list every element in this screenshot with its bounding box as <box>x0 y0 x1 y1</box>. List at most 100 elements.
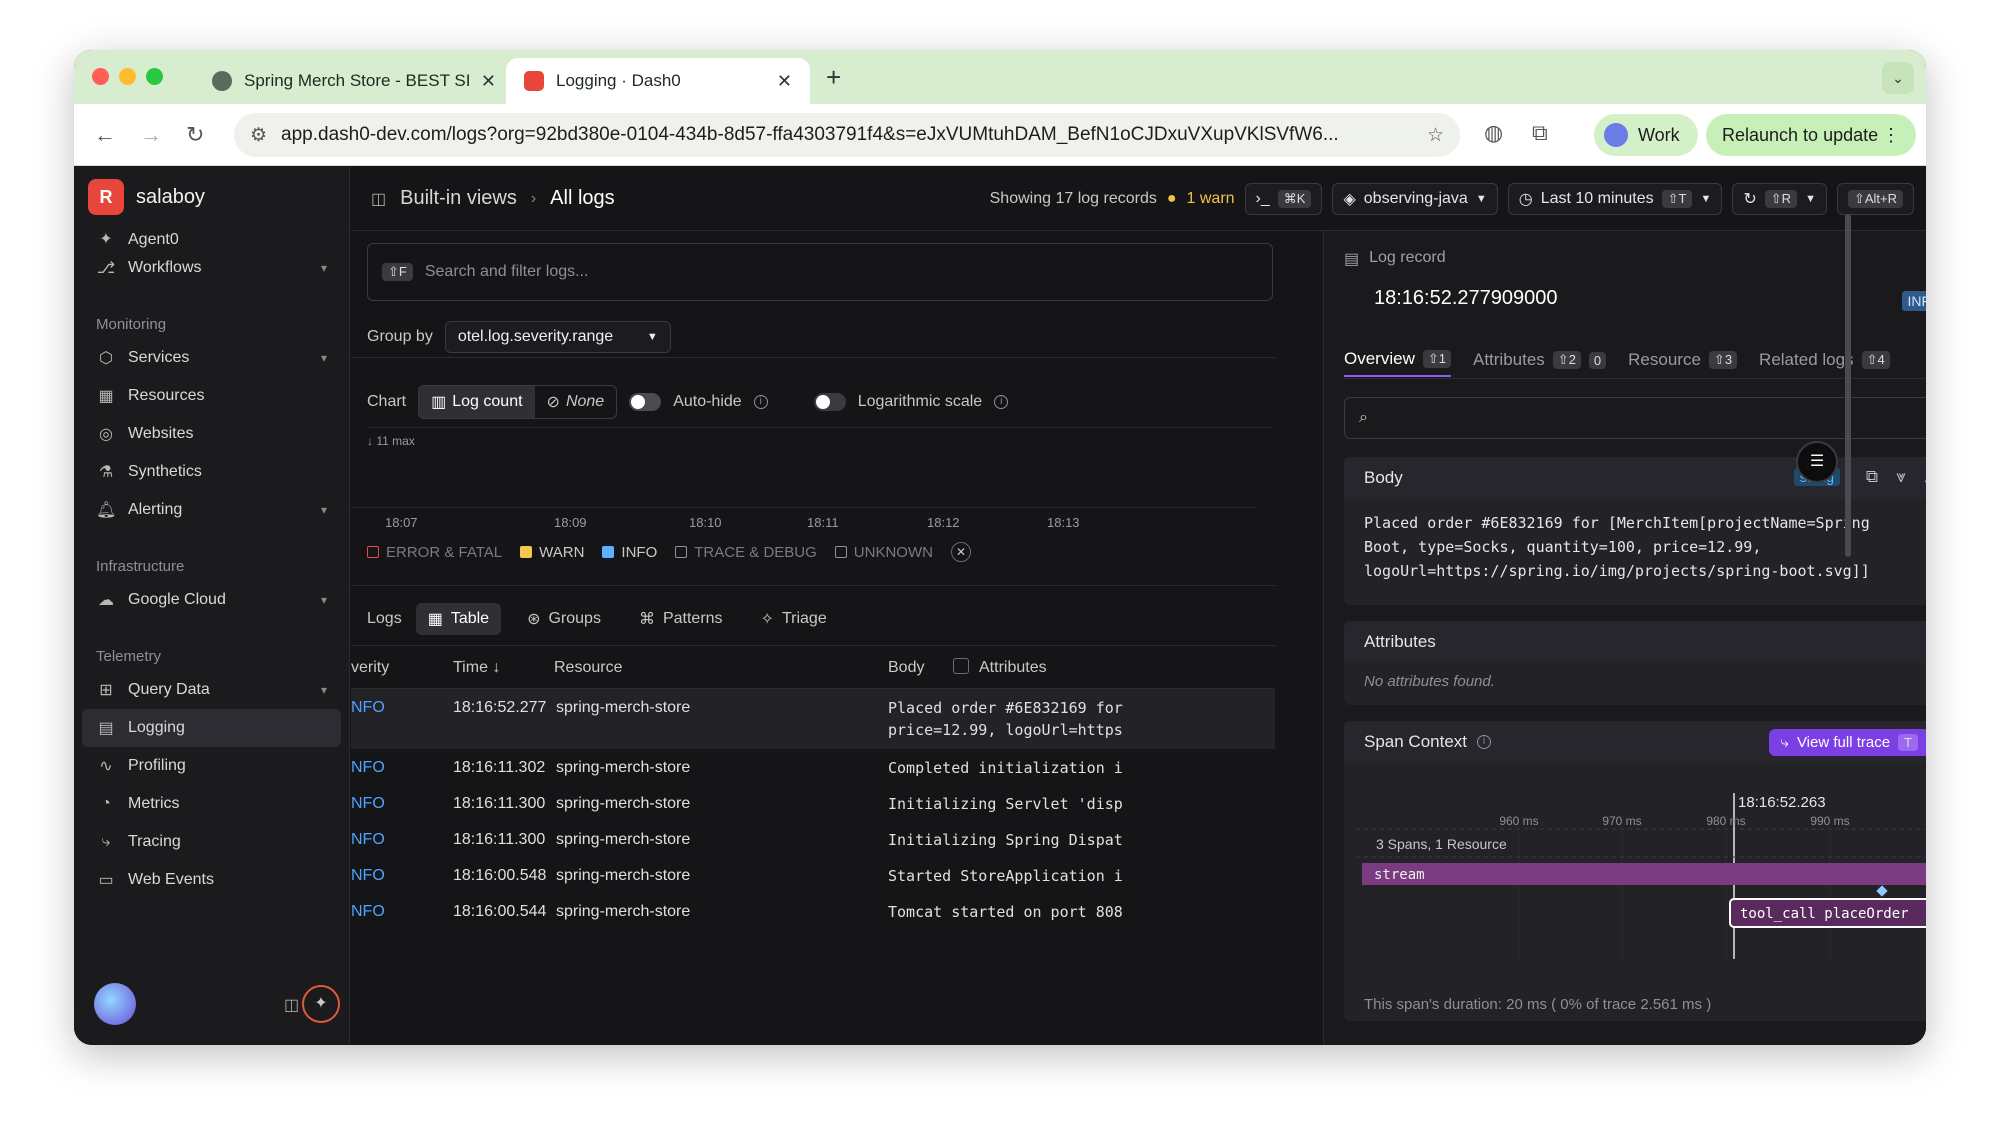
log-record-panel: ▤ Log record ✕ 18:16:52.277909000 INFO O… <box>1323 231 1926 1045</box>
view-full-trace-button[interactable]: ⤷ View full trace T <box>1768 729 1926 756</box>
view-groups-button[interactable]: ⊛ Groups <box>515 603 613 635</box>
info-icon[interactable]: i <box>994 395 1009 409</box>
sidebar-item-resources[interactable]: ▦ Resources <box>82 377 341 415</box>
panel-search-input[interactable]: ⌕ <box>1344 397 1926 439</box>
minimize-window-button[interactable] <box>119 68 136 85</box>
filter-include-icon[interactable]: ⩔ <box>1896 467 1906 487</box>
sidebar-item-alerting[interactable]: 🔔︎ Alerting ▾ <box>82 491 341 529</box>
clear-legend-icon[interactable]: ✕ <box>950 542 971 562</box>
sidebar-item-metrics[interactable]: ◔ Metrics <box>82 785 341 823</box>
filter-toggle-icon[interactable]: ☰ <box>1796 441 1838 483</box>
sidebar-item-workflows[interactable]: ⎇ Workflows ▾ <box>82 249 341 287</box>
command-palette-button[interactable]: ›_ ⌘K <box>1244 183 1323 215</box>
extension-shield-icon[interactable]: ◍ <box>1484 120 1503 146</box>
table-row[interactable]: NFO 18:16:00.548 spring-merch-store Started… <box>351 857 1275 893</box>
org-switcher[interactable]: R salaboy <box>88 179 205 215</box>
legend-swatch <box>834 546 847 558</box>
reload-icon[interactable]: ↻ <box>186 122 204 148</box>
refresh-button[interactable]: ↻ ⇧R ▼ <box>1732 183 1827 215</box>
table-row[interactable]: NFO 18:16:11.300 spring-merch-store Initial… <box>351 785 1275 821</box>
browser-tab-logging[interactable]: Logging · Dash0 ✕ <box>506 58 810 104</box>
sidebar-item-synthetics[interactable]: ⚗ Synthetics <box>82 453 341 491</box>
view-patterns-button[interactable]: ⌘ Patterns <box>627 603 735 635</box>
close-tab-icon[interactable]: ✕ <box>481 71 496 92</box>
forward-arrow-icon[interactable]: → <box>140 122 162 148</box>
kebab-menu-icon[interactable]: ⋮ <box>1882 125 1900 146</box>
panel-title: ▤ Log record <box>1344 249 1446 268</box>
group-by-select[interactable]: otel.log.severity.range ▼ <box>444 321 671 353</box>
log-search-input[interactable]: ⇧F Search and filter logs... <box>367 243 1273 301</box>
attributes-checkbox[interactable] <box>953 658 969 674</box>
sidebar-item-services[interactable]: ⬡ Services ▾ <box>82 339 341 377</box>
back-arrow-icon[interactable]: ← <box>94 122 116 148</box>
sidebar-item-profiling[interactable]: ∿ Profiling <box>82 747 341 785</box>
span-bar-stream[interactable] <box>1362 863 1926 885</box>
time-range-select[interactable]: ◷ Last 10 minutes ⇧T ▼ <box>1507 183 1723 215</box>
col-severity[interactable]: verity <box>351 659 389 677</box>
caret-down-icon: ▼ <box>1700 193 1712 205</box>
legend-item[interactable]: UNKNOWN <box>834 544 933 561</box>
cell-body: Tomcat started on port 808 <box>888 903 1123 921</box>
tab-related-logs[interactable]: Related logs ⇧4 <box>1759 343 1890 377</box>
info-icon[interactable]: i <box>1477 735 1492 749</box>
dataset-select[interactable]: ◈ observing-java ▼ <box>1332 183 1498 215</box>
close-tab-icon[interactable]: ✕ <box>777 71 792 92</box>
tab-resource[interactable]: Resource ⇧3 <box>1628 343 1738 377</box>
site-settings-icon[interactable]: ⚙ <box>250 124 267 147</box>
collapse-sidebar-icon[interactable]: ◫ <box>284 995 299 1015</box>
table-row[interactable]: NFO 18:16:11.302 spring-merch-store Complet… <box>351 749 1275 785</box>
log-scale-toggle[interactable] <box>813 393 846 411</box>
span-context-header: Span Context i ⤷ View full trace T <box>1344 721 1926 763</box>
sidebar-item-google-cloud[interactable]: ☁ Google Cloud ▾ <box>82 581 341 619</box>
info-icon[interactable]: i <box>753 395 768 409</box>
section-monitoring: Monitoring <box>96 316 167 333</box>
bookmark-star-icon[interactable]: ☆ <box>1427 124 1444 147</box>
col-resource[interactable]: Resource <box>554 659 622 677</box>
legend-item[interactable]: WARN <box>520 544 584 561</box>
agent-status-icon[interactable]: ✦ <box>302 985 340 1023</box>
legend-item[interactable]: INFO <box>602 544 657 561</box>
sidebar-item-web-events[interactable]: ▭ Web Events <box>82 861 341 899</box>
none-option[interactable]: ⊘ None <box>535 386 617 418</box>
filter-exclude-icon[interactable]: ⩓ <box>1924 467 1926 487</box>
puzzle-extension-icon[interactable]: ⧉ <box>1532 120 1548 146</box>
table-row[interactable]: NFO 18:16:52.277 spring-merch-store Placed … <box>351 689 1275 749</box>
legend-item[interactable]: ERROR & FATAL <box>367 544 502 561</box>
new-tab-button[interactable]: + <box>826 62 841 93</box>
panel-scrollbar[interactable] <box>1845 214 1851 557</box>
log-count-option[interactable]: ▥ Log count <box>419 386 535 418</box>
route-icon: ⤷ <box>101 833 111 850</box>
col-time[interactable]: Time ↓ <box>453 659 500 677</box>
maximize-window-button[interactable] <box>146 68 163 85</box>
cell-resource: spring-merch-store <box>556 759 691 776</box>
table-row[interactable]: NFO 18:16:00.544 spring-merch-store Tomcat … <box>351 893 1275 929</box>
warn-count[interactable]: 1 warn <box>1187 190 1235 208</box>
sidebar-item-websites[interactable]: ◎ Websites <box>82 415 341 453</box>
user-avatar[interactable] <box>94 983 136 1025</box>
auto-refresh-button[interactable]: ⇧Alt+R <box>1836 183 1914 215</box>
profile-work-button[interactable]: Work <box>1594 114 1698 156</box>
sidebar-panel-icon[interactable]: ◫ <box>371 189 386 209</box>
relaunch-button[interactable]: Relaunch to update ⋮ <box>1706 114 1916 156</box>
table-row[interactable]: NFO 18:16:11.300 spring-merch-store Initial… <box>351 821 1275 857</box>
tab-overview[interactable]: Overview ⇧1 <box>1344 343 1451 377</box>
tab-attributes[interactable]: Attributes ⇧2 0 <box>1473 343 1607 377</box>
close-window-button[interactable] <box>92 68 109 85</box>
breadcrumb-root[interactable]: Built-in views <box>400 187 517 210</box>
sidebar-item-query-data[interactable]: ⊞ Query Data ▾ <box>82 671 341 709</box>
tab-search-chevron-icon[interactable]: ⌄ <box>1882 62 1914 94</box>
severity-badge: INFO <box>1901 291 1926 311</box>
auto-hide-toggle[interactable] <box>629 393 662 411</box>
sidebar-item-agent0[interactable]: ✦ Agent0 <box>82 227 341 249</box>
span-event-marker[interactable] <box>1876 885 1888 897</box>
view-triage-button[interactable]: ✧ Triage <box>749 603 839 635</box>
view-table-button[interactable]: ▦ Table <box>415 603 502 635</box>
window-controls <box>92 68 163 85</box>
legend-item[interactable]: TRACE & DEBUG <box>675 544 817 561</box>
sidebar-item-logging[interactable]: ▤ Logging <box>82 709 341 747</box>
sidebar-item-tracing[interactable]: ⤷ Tracing <box>82 823 341 861</box>
address-bar[interactable]: ⚙ app.dash0-dev.com/logs?org=92bd380e-01… <box>234 113 1460 157</box>
col-body[interactable]: Body <box>888 659 924 677</box>
browser-tab-spring-merch[interactable]: Spring Merch Store - BEST SI ✕ <box>194 58 514 104</box>
copy-icon[interactable]: ⧉ <box>1866 467 1878 487</box>
